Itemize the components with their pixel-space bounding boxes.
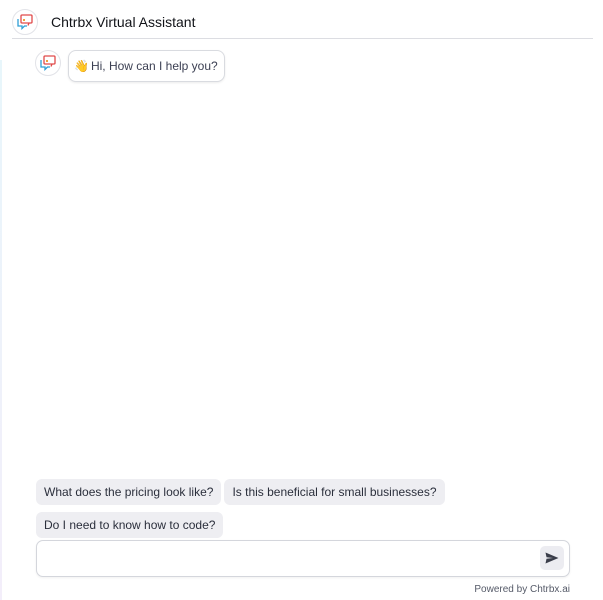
message-composer bbox=[36, 540, 570, 577]
greeting-text: Hi, How can I help you? bbox=[90, 59, 218, 73]
suggestion-chip-pricing[interactable]: What does the pricing look like? bbox=[36, 479, 222, 505]
bot-message: 👋 Hi, How can I help you? bbox=[35, 50, 225, 82]
edge-decoration bbox=[0, 60, 2, 600]
send-button[interactable] bbox=[540, 546, 564, 570]
greeting-bubble: 👋 Hi, How can I help you? bbox=[68, 50, 225, 82]
page-title: Chtrbx Virtual Assistant bbox=[51, 14, 196, 30]
header: Chtrbx Virtual Assistant bbox=[12, 9, 593, 39]
wave-emoji: 👋 bbox=[74, 59, 89, 73]
powered-by-footer: Powered by Chtrbx.ai bbox=[474, 584, 570, 595]
chat-bubbles-icon bbox=[40, 55, 56, 71]
chat-widget: Chtrbx Virtual Assistant 👋 Hi, How can I… bbox=[0, 0, 603, 600]
suggestion-chip-code[interactable]: Do I need to know how to code? bbox=[36, 512, 224, 538]
suggestion-chip-small-business[interactable]: Is this beneficial for small businesses? bbox=[224, 479, 445, 505]
suggestion-list: What does the pricing look like? Is this … bbox=[36, 479, 576, 545]
bot-avatar bbox=[35, 50, 61, 76]
message-input[interactable] bbox=[45, 547, 529, 571]
logo bbox=[12, 9, 38, 35]
chat-bubbles-icon bbox=[17, 14, 33, 30]
send-icon bbox=[545, 552, 559, 564]
